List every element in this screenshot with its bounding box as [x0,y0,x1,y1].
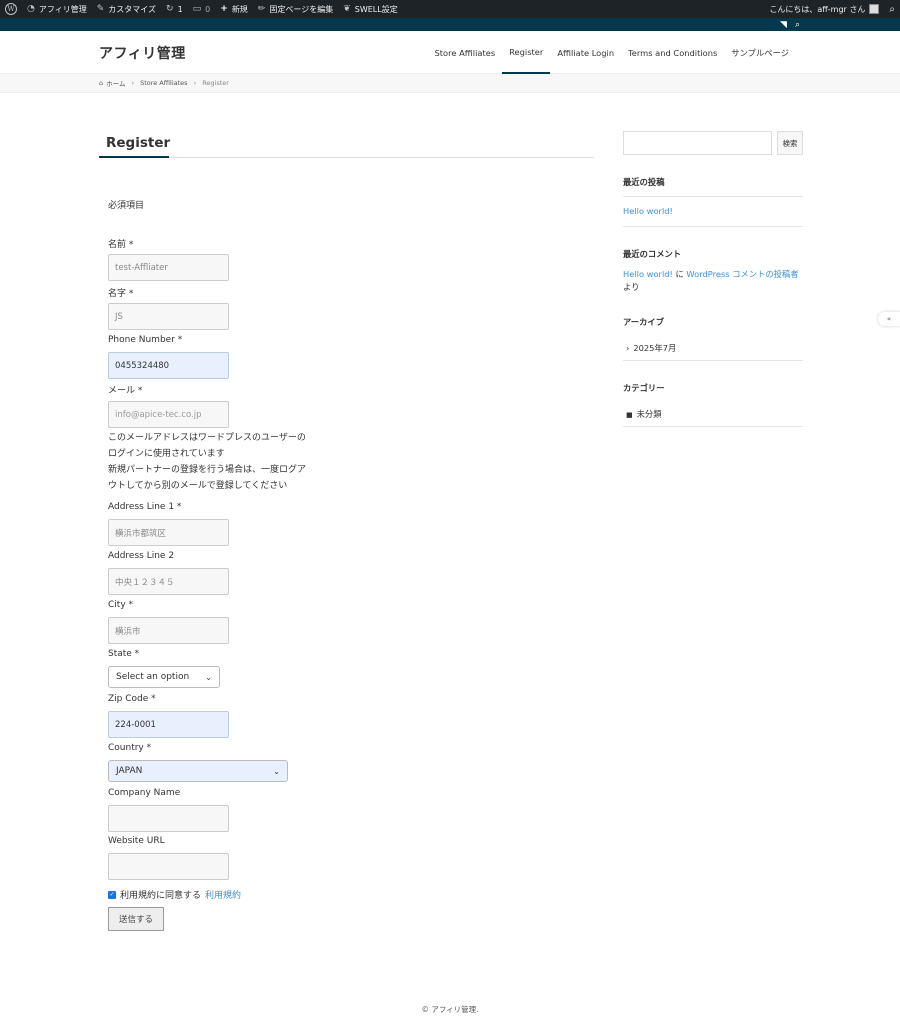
address2-label: Address Line 2 [108,551,175,561]
nav-register[interactable]: Register [502,31,551,74]
email-note-login: このメールアドレスはワードプレスのユーザーのログインに使用されています [108,433,306,459]
required-note: 必須項目 [108,201,145,211]
breadcrumb-current: Register [202,79,229,87]
country-select[interactable]: JAPAN ⌄ [108,760,288,782]
breadcrumb-home[interactable]: ホーム [106,78,125,88]
folder-icon: ■ [626,411,633,419]
phone-label: Phone Number * [108,335,183,345]
nav-sample-page[interactable]: サンプルページ [724,31,796,74]
recent-post-link[interactable]: Hello world! [623,206,673,216]
first-name-input[interactable]: test-Affliater [108,254,229,281]
email-input[interactable]: info@apice-tec.co.jp [108,401,229,428]
site-header: アフィリ管理 Store Affiliates Register Affilia… [0,31,900,74]
nav-terms[interactable]: Terms and Conditions [621,31,724,74]
address1-label: Address Line 1 * [108,502,182,512]
website-label: Website URL [108,836,165,846]
country-select-value: JAPAN [116,766,143,776]
address2-input[interactable]: 中央１２３４５ [108,568,229,595]
widget-divider [623,360,803,361]
widget-divider [623,226,803,227]
swell-icon: ❦ [343,3,351,14]
country-label: Country * [108,743,152,753]
website-input[interactable] [108,853,229,880]
last-name-input[interactable]: JS [108,303,229,330]
categories-title: カテゴリー [623,383,665,393]
recent-comment-item: Hello world! に WordPress コメントの投稿者 より [623,269,799,292]
category-item[interactable]: ■ 未分類 [623,408,803,422]
archive-item[interactable]: › 2025年7月 [623,342,803,355]
recent-comments-title: 最近のコメント [623,249,682,259]
chevron-down-icon: ⌄ [205,672,212,682]
avatar [869,4,880,14]
chevron-right-icon: › [193,79,197,87]
breadcrumb: ⌂ ホーム › Store Affiliates › Register [0,74,900,93]
chevron-down-icon: ⌄ [273,766,280,776]
submit-button[interactable]: 送信する [108,907,164,931]
address1-input[interactable]: 横浜市都筑区 [108,519,229,546]
comment-post-link[interactable]: Hello world! [623,269,673,279]
chevron-right-icon: › [626,343,630,353]
chevron-left-icon: « [886,315,892,323]
terms-checkbox[interactable]: ✓ [108,890,116,899]
home-icon: ⌂ [99,79,104,87]
nav-store-affiliates[interactable]: Store Affiliates [428,31,503,74]
comment-author-link[interactable]: WordPress コメントの投稿者 [686,269,798,279]
company-input[interactable] [108,805,229,832]
top-strip: ◥ ⌕ [0,18,900,31]
admin-site-name[interactable]: ◔ アフィリ管理 [22,0,92,18]
email-note-new-partner: 新規パートナーの登録を行う場合は、一度ログアウトしてから別のメールで登録してくだ… [108,465,307,491]
updates-icon: ↻ [166,3,174,14]
global-nav: Store Affiliates Register Affiliate Logi… [428,31,797,74]
sidebar-search-input[interactable] [623,131,772,155]
breadcrumb-parent[interactable]: Store Affiliates [140,79,188,87]
plus-icon: + [220,3,228,14]
last-name-label: 名字 * [108,289,134,299]
sidebar-search-button[interactable]: 検索 [777,131,803,155]
recent-posts-title: 最近の投稿 [623,177,665,187]
nav-affiliate-login[interactable]: Affiliate Login [550,31,621,74]
state-select[interactable]: Select an option ⌄ [108,666,220,688]
widget-divider [623,426,803,427]
brush-icon: ✎ [96,3,105,14]
rss-icon[interactable]: ◥ [780,20,787,30]
admin-customize[interactable]: ✎ カスタマイズ [92,0,161,18]
admin-new[interactable]: + 新規 [215,0,253,18]
city-input[interactable]: 横浜市 [108,617,229,644]
side-toggle-handle[interactable]: « [878,312,900,326]
site-title[interactable]: アフィリ管理 [99,43,186,63]
admin-account[interactable]: こんにちは、aff-mgr さん [764,0,884,18]
zip-input[interactable]: 224-0001 [108,711,229,738]
search-icon[interactable]: ⌕ [795,20,800,30]
wordpress-icon: W [5,3,17,15]
terms-agree-text: 利用規約に同意する [120,891,202,901]
page-title: Register [99,131,170,158]
archives-title: アーカイブ [623,317,664,327]
terms-agree: ✓ 利用規約に同意する 利用規約 [108,888,241,901]
admin-updates[interactable]: ↻ 1 [161,0,188,18]
comment-icon: ▭ [192,3,202,14]
title-divider [169,157,594,158]
dashboard-icon: ◔ [27,3,35,14]
phone-input[interactable]: 0455324480 [108,352,229,379]
admin-comments[interactable]: ▭ 0 [188,0,216,18]
terms-link[interactable]: 利用規約 [205,888,241,901]
first-name-label: 名前 * [108,240,134,250]
admin-edit-page[interactable]: ✏ 固定ページを編集 [253,0,338,18]
company-label: Company Name [108,788,181,798]
search-icon: ⌕ [889,3,895,15]
footer-copyright: © アフィリ管理. [421,1005,479,1014]
admin-search[interactable]: ⌕ [884,0,900,18]
pencil-icon: ✏ [257,3,266,14]
state-label: State * [108,649,140,659]
widget-divider [623,196,803,197]
recent-post-item: Hello world! [623,205,803,218]
state-select-value: Select an option [116,672,190,682]
admin-bar: W ◔ アフィリ管理 ✎ カスタマイズ ↻ 1 ▭ 0 + 新規 ✏ 固定ページを編集 ❦ S… [0,0,900,18]
wp-logo-menu[interactable]: W [0,0,22,18]
city-label: City * [108,600,134,610]
chevron-right-icon: › [131,79,135,87]
admin-swell-settings[interactable]: ❦ SWELL設定 [338,0,403,18]
zip-label: Zip Code * [108,694,156,704]
email-label: メール * [108,386,143,396]
